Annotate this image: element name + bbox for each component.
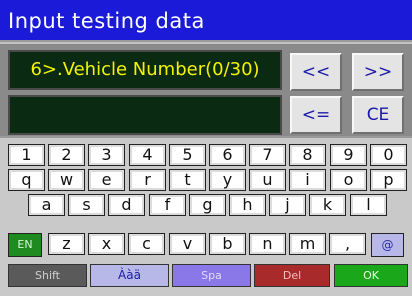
key-comma[interactable]: , <box>329 233 366 255</box>
key-9[interactable]: 9 <box>330 144 367 166</box>
clear-button[interactable]: CE <box>352 96 404 134</box>
cursor-right-button[interactable]: >> <box>352 53 404 91</box>
language-key[interactable]: EN <box>8 233 42 257</box>
key-f[interactable]: f <box>149 194 186 216</box>
key-6[interactable]: 6 <box>209 144 246 166</box>
at-key[interactable]: @ <box>371 233 404 257</box>
keyboard: 1234567890 qwertyuiop asdfghjkl EN @ zxc… <box>0 136 412 296</box>
key-n[interactable]: n <box>249 233 286 255</box>
backspace-button[interactable]: <= <box>290 96 342 134</box>
key-4[interactable]: 4 <box>129 144 166 166</box>
key-c[interactable]: c <box>128 233 165 255</box>
key-8[interactable]: 8 <box>289 144 326 166</box>
key-g[interactable]: g <box>189 194 226 216</box>
key-a[interactable]: a <box>28 194 65 216</box>
input-testing-screen: Input testing data 6>.Vehicle Number(0/3… <box>0 0 412 296</box>
key-m[interactable]: m <box>289 233 326 255</box>
key-w[interactable]: w <box>48 169 85 191</box>
input-panel: 6>.Vehicle Number(0/30) << >> <= CE <box>0 44 412 136</box>
key-o[interactable]: o <box>330 169 367 191</box>
key-u[interactable]: u <box>249 169 286 191</box>
key-j[interactable]: j <box>269 194 306 216</box>
key-y[interactable]: y <box>209 169 246 191</box>
key-p[interactable]: p <box>370 169 407 191</box>
field-prompt: 6>.Vehicle Number(0/30) <box>8 50 282 90</box>
key-x[interactable]: x <box>88 233 125 255</box>
title-bar: Input testing data <box>0 0 412 42</box>
key-h[interactable]: h <box>229 194 266 216</box>
key-2[interactable]: 2 <box>48 144 85 166</box>
key-0[interactable]: 0 <box>370 144 407 166</box>
key-i[interactable]: i <box>289 169 326 191</box>
key-7[interactable]: 7 <box>249 144 286 166</box>
key-b[interactable]: b <box>209 233 246 255</box>
key-3[interactable]: 3 <box>88 144 125 166</box>
key-s[interactable]: s <box>68 194 105 216</box>
ok-key[interactable]: OK <box>334 264 408 287</box>
key-t[interactable]: t <box>169 169 206 191</box>
key-1[interactable]: 1 <box>8 144 45 166</box>
key-r[interactable]: r <box>129 169 166 191</box>
key-z[interactable]: z <box>48 233 85 255</box>
shift-key[interactable]: Shift <box>8 264 87 287</box>
cursor-left-button[interactable]: << <box>290 53 342 91</box>
key-k[interactable]: k <box>309 194 346 216</box>
accent-key[interactable]: Ààä <box>90 264 169 287</box>
key-l[interactable]: l <box>350 194 387 216</box>
space-key[interactable]: Spa <box>172 264 251 287</box>
key-e[interactable]: e <box>88 169 125 191</box>
value-input[interactable] <box>8 95 282 135</box>
key-d[interactable]: d <box>108 194 145 216</box>
delete-key[interactable]: Del <box>254 264 330 287</box>
key-q[interactable]: q <box>8 169 45 191</box>
key-5[interactable]: 5 <box>169 144 206 166</box>
key-v[interactable]: v <box>169 233 206 255</box>
